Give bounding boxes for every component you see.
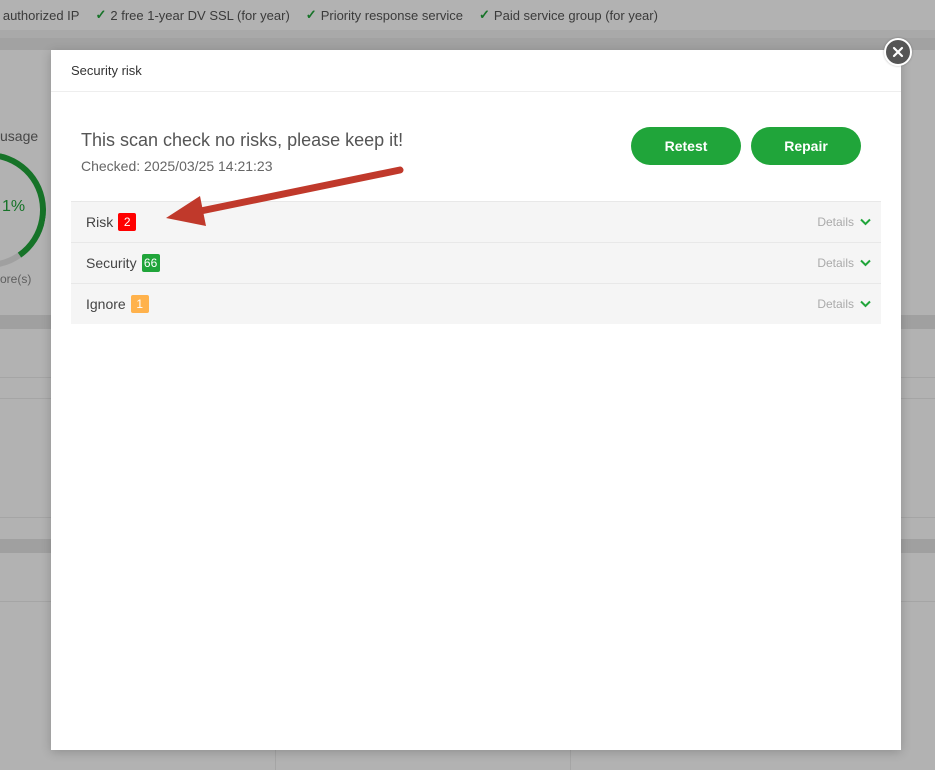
chevron-down-icon [860,300,871,308]
close-icon [892,46,904,58]
annotation-arrow-icon [166,166,404,226]
chevron-down-icon [860,259,871,267]
scan-message: This scan check no risks, please keep it… [81,130,404,150]
dialog-header: Security risk [51,50,901,92]
security-risk-dialog: Security risk This scan check no risks, … [51,50,901,750]
row-label: Risk [86,214,114,230]
close-button[interactable] [884,38,912,66]
count-badge: 2 [118,213,137,231]
count-badge: 1 [130,295,149,313]
details-toggle[interactable]: Details [817,243,871,283]
retest-button[interactable]: Retest [631,127,741,165]
row-label: Security [86,255,137,271]
chevron-down-icon [860,218,871,226]
dialog-title: Security risk [71,63,142,78]
details-label: Details [817,297,854,311]
row-label: Ignore [86,296,126,312]
count-badge: 66 [141,254,160,272]
details-label: Details [817,215,854,229]
details-toggle[interactable]: Details [817,284,871,324]
result-row-ignore[interactable]: Ignore 1 Details [71,283,881,324]
repair-button[interactable]: Repair [751,127,861,165]
result-row-security[interactable]: Security 66 Details [71,242,881,283]
details-toggle[interactable]: Details [817,202,871,242]
arrow-shape [166,166,404,226]
details-label: Details [817,256,854,270]
